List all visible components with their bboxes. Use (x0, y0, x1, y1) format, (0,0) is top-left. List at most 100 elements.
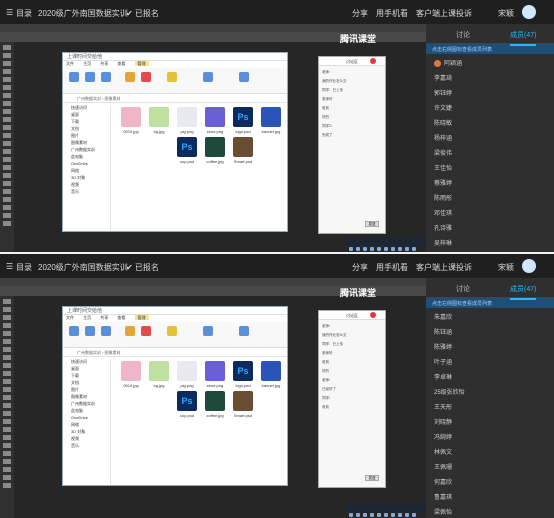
explorer-file-grid: 0519.jpg bg.jpg pig.png shoe.png Ps logo.… (117, 361, 285, 481)
member-item[interactable]: 梁佩怡 (426, 503, 554, 518)
discussion-window: 讨论区 老师： 我的作业怎么交 同学：已上传 老师好 收到 好的 同学2： 完成… (318, 56, 386, 234)
tab-members[interactable]: 成员(47) (510, 30, 537, 46)
file-item: 0519.jpg (117, 107, 145, 134)
image-thumbnail (233, 391, 253, 411)
member-item[interactable]: 王天彤 (426, 398, 554, 413)
chat-line: 好的 (322, 369, 329, 373)
tab-discussion[interactable]: 讨论 (456, 284, 470, 294)
image-thumbnail (177, 107, 197, 127)
file-item: Ps cup.psd (173, 391, 201, 418)
member-item[interactable]: 陈雨彤 (426, 189, 554, 204)
nav-item: 广州数据实训 (71, 401, 95, 406)
menu-icon[interactable]: ☰ (6, 8, 13, 17)
chat-line: 同学： (322, 396, 333, 400)
ribbon-tab-home: 主页 (83, 315, 92, 320)
member-item[interactable]: 孔诗雅 (426, 219, 554, 234)
chat-line: 我的作业怎么交 (322, 79, 347, 83)
member-item[interactable]: 冯婉婷 (426, 428, 554, 443)
member-item[interactable]: 阿颖涵 (426, 54, 554, 69)
share-button[interactable]: 分享 (352, 262, 368, 273)
member-item[interactable]: 梁俊伟 (426, 144, 554, 159)
user-avatar[interactable] (522, 259, 536, 273)
file-item: Smart.psd (229, 391, 257, 418)
member-item[interactable]: 王佩珊 (426, 458, 554, 473)
file-item: Ps cup.psd (173, 137, 201, 164)
image-thumbnail (149, 361, 169, 381)
member-item[interactable]: 刘晓静 (426, 413, 554, 428)
member-item[interactable]: 何嘉欣 (426, 473, 554, 488)
member-item[interactable]: 蔡雅婷 (426, 174, 554, 189)
image-thumbnail (205, 107, 225, 127)
member-item[interactable]: 王佳怡 (426, 159, 554, 174)
file-item: coffee.jpg (201, 391, 229, 418)
complain-button[interactable]: 投诉 (456, 8, 472, 19)
member-item[interactable]: 25级张欣怡 (426, 383, 554, 398)
ribbon-select-icon (239, 72, 249, 82)
nav-item: 3D 对象 (71, 175, 86, 180)
tab-members[interactable]: 成员(47) (510, 284, 537, 300)
nav-item: 网络 (71, 422, 79, 427)
mobile-watch-button[interactable]: 用手机看 (376, 8, 408, 19)
ribbon-properties-icon (203, 326, 213, 336)
explorer-file-grid: 0519.jpg bg.jpg pig.png shoe.png Ps logo.… (117, 107, 285, 227)
ribbon-properties-icon (203, 72, 213, 82)
member-item[interactable]: 陈晓敏 (426, 114, 554, 129)
chat-line: 好的 (322, 115, 329, 119)
member-item[interactable]: 郭钰婷 (426, 84, 554, 99)
psd-file-icon: Ps (233, 107, 253, 127)
member-item[interactable]: 李嘉琦 (426, 69, 554, 84)
nav-item: 图像素材 (71, 394, 87, 399)
ribbon-copy-icon (85, 326, 95, 336)
menu-label[interactable]: 目录 (16, 8, 32, 19)
ribbon-tab-file: 文件 (66, 61, 74, 66)
member-item[interactable]: 朱嘉欣 (426, 308, 554, 323)
ribbon-copy-icon (85, 72, 95, 82)
member-item[interactable]: 许文婕 (426, 99, 554, 114)
tab-discussion[interactable]: 讨论 (456, 30, 470, 40)
image-thumbnail (233, 137, 253, 157)
client-class-button[interactable]: 客户端上课 (416, 8, 456, 19)
member-item[interactable]: 陈钰涵 (426, 323, 554, 338)
file-item: banner.jpg (257, 107, 285, 134)
nav-item: 视频 (71, 182, 79, 187)
nav-item: 桌面 (71, 112, 79, 117)
client-class-button[interactable]: 客户端上课 (416, 262, 456, 273)
user-name[interactable]: 宋颖 (498, 262, 514, 273)
ribbon-pin-icon (69, 326, 79, 336)
psd-file-icon: Ps (233, 361, 253, 381)
file-item: bg.jpg (145, 107, 173, 134)
member-item[interactable]: 杨梓涵 (426, 129, 554, 144)
sidebar-tabs: 讨论 成员(47) (426, 24, 554, 46)
member-item[interactable]: 李卓琳 (426, 368, 554, 383)
menu-label[interactable]: 目录 (16, 262, 32, 273)
course-title: 2020级广外南国数据实训 (38, 263, 128, 272)
member-item[interactable]: 鲁嘉琪 (426, 488, 554, 503)
course-header: ☰ 目录 2020级广外南国数据实训 ✔ 已报名 分享 用手机看 客户端上课 投… (0, 0, 554, 24)
member-item[interactable]: 林佩文 (426, 443, 554, 458)
ribbon-tab-view: 查看 (117, 61, 126, 66)
explorer-ribbon (63, 322, 287, 348)
image-thumbnail (261, 107, 281, 127)
member-item[interactable]: 陈雅婷 (426, 338, 554, 353)
ribbon-pin-icon (69, 72, 79, 82)
tencent-classroom-watermark: 腾讯课堂 (340, 34, 377, 44)
nav-item: OneDrive (71, 415, 88, 420)
chat-line: 完成了 (322, 133, 333, 137)
user-avatar[interactable] (522, 5, 536, 19)
image-thumbnail (177, 361, 197, 381)
member-item[interactable]: 邓佳琪 (426, 204, 554, 219)
member-item[interactable]: 叶子涵 (426, 353, 554, 368)
image-thumbnail (205, 137, 225, 157)
windows-taskbar (346, 504, 426, 517)
share-button[interactable]: 分享 (352, 8, 368, 19)
member-item[interactable]: 吴梓琳 (426, 234, 554, 249)
complain-button[interactable]: 投诉 (456, 262, 472, 273)
mobile-watch-button[interactable]: 用手机看 (376, 262, 408, 273)
nav-item: 音乐 (71, 443, 79, 448)
user-name[interactable]: 宋颖 (498, 8, 514, 19)
ribbon-move-icon (125, 326, 135, 336)
explorer-address-bar: 广州数据实训 › 图像素材 (63, 348, 287, 357)
course-header: ☰ 目录 2020级广外南国数据实训 ✔ 已报名 分享 用手机看 客户端上课 投… (0, 254, 554, 278)
screen-share-video: 上课时间交给他 文件 主页 共享 查看 管理 广州数据实训 › 图像素材 快速访… (0, 24, 426, 252)
menu-icon[interactable]: ☰ (6, 262, 13, 271)
